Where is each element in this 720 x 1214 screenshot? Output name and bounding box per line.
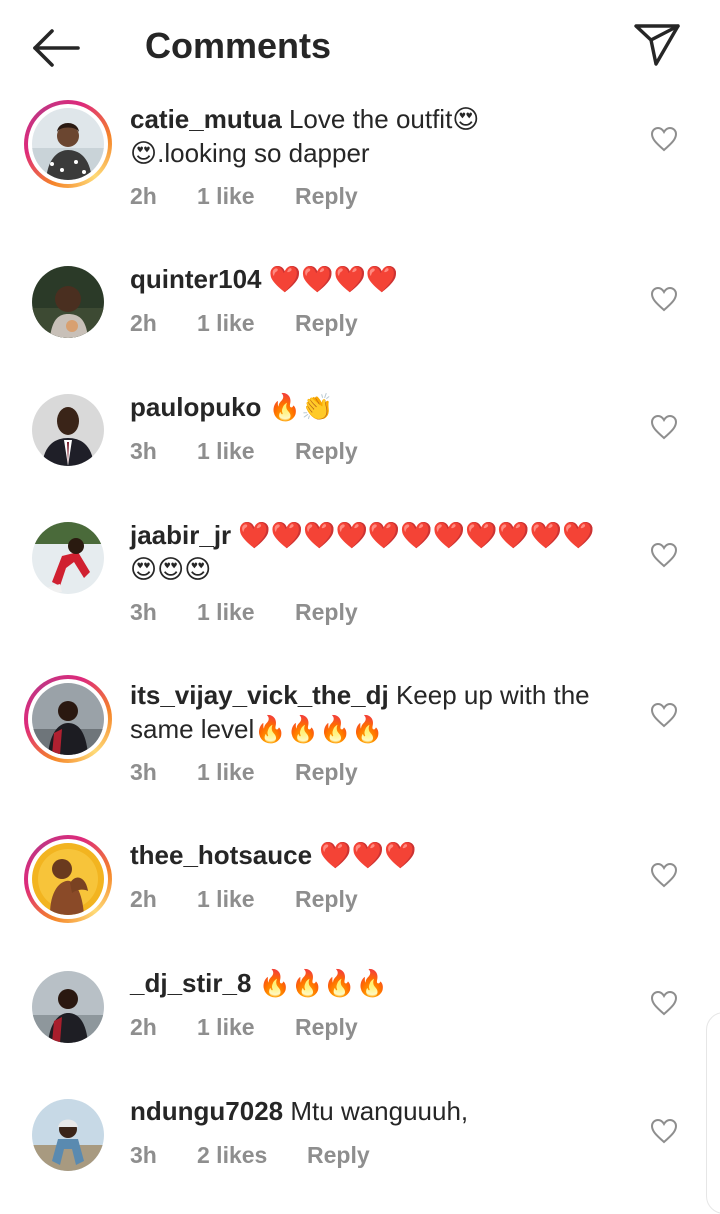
avatar[interactable] (24, 675, 112, 763)
comment-text: ❤️❤️❤️❤️ (268, 264, 399, 294)
like-heart-icon[interactable] (650, 862, 678, 888)
comment-text-line2: 😍😍😍 (130, 554, 212, 584)
like-heart-icon[interactable] (650, 414, 678, 440)
avatar-photo (32, 394, 104, 466)
avatar[interactable] (32, 522, 104, 594)
comment-username[interactable]: catie_mutua (130, 104, 282, 134)
comment-likes[interactable]: 1 like (197, 180, 255, 212)
comment-time: 3h (130, 438, 157, 464)
comment-text: Love the outfit😍 (288, 104, 480, 134)
reply-button[interactable]: Reply (295, 307, 358, 339)
comment-body: catie_mutua Love the outfit😍 😍.looking s… (130, 102, 620, 170)
comment-time: 3h (130, 759, 157, 785)
avatar[interactable] (32, 266, 104, 338)
avatar[interactable] (24, 835, 112, 923)
avatar-photo (32, 843, 104, 915)
reply-button[interactable]: Reply (307, 1139, 370, 1171)
header-bar: Comments (0, 0, 720, 92)
like-heart-icon[interactable] (650, 286, 678, 312)
like-heart-icon[interactable] (650, 542, 678, 568)
comment-text: Keep up with the (395, 680, 590, 710)
comment-username[interactable]: _dj_stir_8 (130, 968, 251, 998)
comment-body: paulopuko 🔥👏 (130, 390, 620, 424)
reply-button[interactable]: Reply (295, 883, 358, 915)
comment-body: _dj_stir_8 🔥🔥🔥🔥 (130, 966, 620, 1000)
like-heart-icon[interactable] (650, 1118, 678, 1144)
avatar-photo (32, 266, 104, 338)
comment-username[interactable]: paulopuko (130, 392, 261, 422)
avatar[interactable] (32, 1099, 104, 1171)
comment-username[interactable]: quinter104 (130, 264, 262, 294)
paper-plane-icon[interactable] (632, 22, 682, 68)
like-heart-icon[interactable] (650, 702, 678, 728)
avatar-photo (32, 1099, 104, 1171)
comment-time: 2h (130, 886, 157, 912)
reply-button[interactable]: Reply (295, 596, 358, 628)
comment-text: 🔥🔥🔥🔥 (258, 968, 389, 998)
comment-time: 3h (130, 1142, 157, 1168)
comment-likes[interactable]: 1 like (197, 756, 255, 788)
comment-body: its_vijay_vick_the_dj Keep up with the s… (130, 678, 620, 746)
comment-body: jaabir_jr ❤️❤️❤️❤️❤️❤️❤️❤️❤️❤️❤️ 😍😍😍 (130, 518, 620, 586)
comment-time: 3h (130, 599, 157, 625)
comment-text-line2: 😍.looking so dapper (130, 138, 370, 168)
comment-text: Mtu wanguuuh, (290, 1096, 469, 1126)
comment-text-line2: same level🔥🔥🔥🔥 (130, 714, 384, 744)
avatar-photo (32, 108, 104, 180)
comment-body: ndungu7028 Mtu wanguuuh, (130, 1094, 620, 1128)
avatar-photo (32, 522, 104, 594)
reply-button[interactable]: Reply (295, 1011, 358, 1043)
comment-likes[interactable]: 2 likes (197, 1139, 267, 1171)
comment-username[interactable]: thee_hotsauce (130, 840, 312, 870)
avatar-photo (32, 971, 104, 1043)
floating-panel-edge (706, 1012, 720, 1214)
comment-body: quinter104 ❤️❤️❤️❤️ (130, 262, 620, 296)
comment-likes[interactable]: 1 like (197, 307, 255, 339)
comment-likes[interactable]: 1 like (197, 435, 255, 467)
comment-likes[interactable]: 1 like (197, 883, 255, 915)
comment-text: ❤️❤️❤️❤️❤️❤️❤️❤️❤️❤️❤️ (238, 520, 595, 550)
comment-likes[interactable]: 1 like (197, 596, 255, 628)
avatar[interactable] (32, 971, 104, 1043)
comment-body: thee_hotsauce ❤️❤️❤️ (130, 838, 620, 872)
avatar[interactable] (32, 394, 104, 466)
comment-username[interactable]: ndungu7028 (130, 1096, 283, 1126)
comment-username[interactable]: its_vijay_vick_the_dj (130, 680, 389, 710)
comment-likes[interactable]: 1 like (197, 1011, 255, 1043)
back-arrow-icon[interactable] (30, 26, 82, 70)
reply-button[interactable]: Reply (295, 756, 358, 788)
avatar-photo (32, 683, 104, 755)
reply-button[interactable]: Reply (295, 435, 358, 467)
comment-text: ❤️❤️❤️ (319, 840, 417, 870)
reply-button[interactable]: Reply (295, 180, 358, 212)
comment-time: 2h (130, 1014, 157, 1040)
like-heart-icon[interactable] (650, 990, 678, 1016)
avatar[interactable] (24, 100, 112, 188)
page-title: Comments (145, 25, 332, 66)
comment-username[interactable]: jaabir_jr (130, 520, 231, 550)
comment-time: 2h (130, 183, 157, 209)
comment-text: 🔥👏 (268, 392, 334, 422)
comment-time: 2h (130, 310, 157, 336)
like-heart-icon[interactable] (650, 126, 678, 152)
